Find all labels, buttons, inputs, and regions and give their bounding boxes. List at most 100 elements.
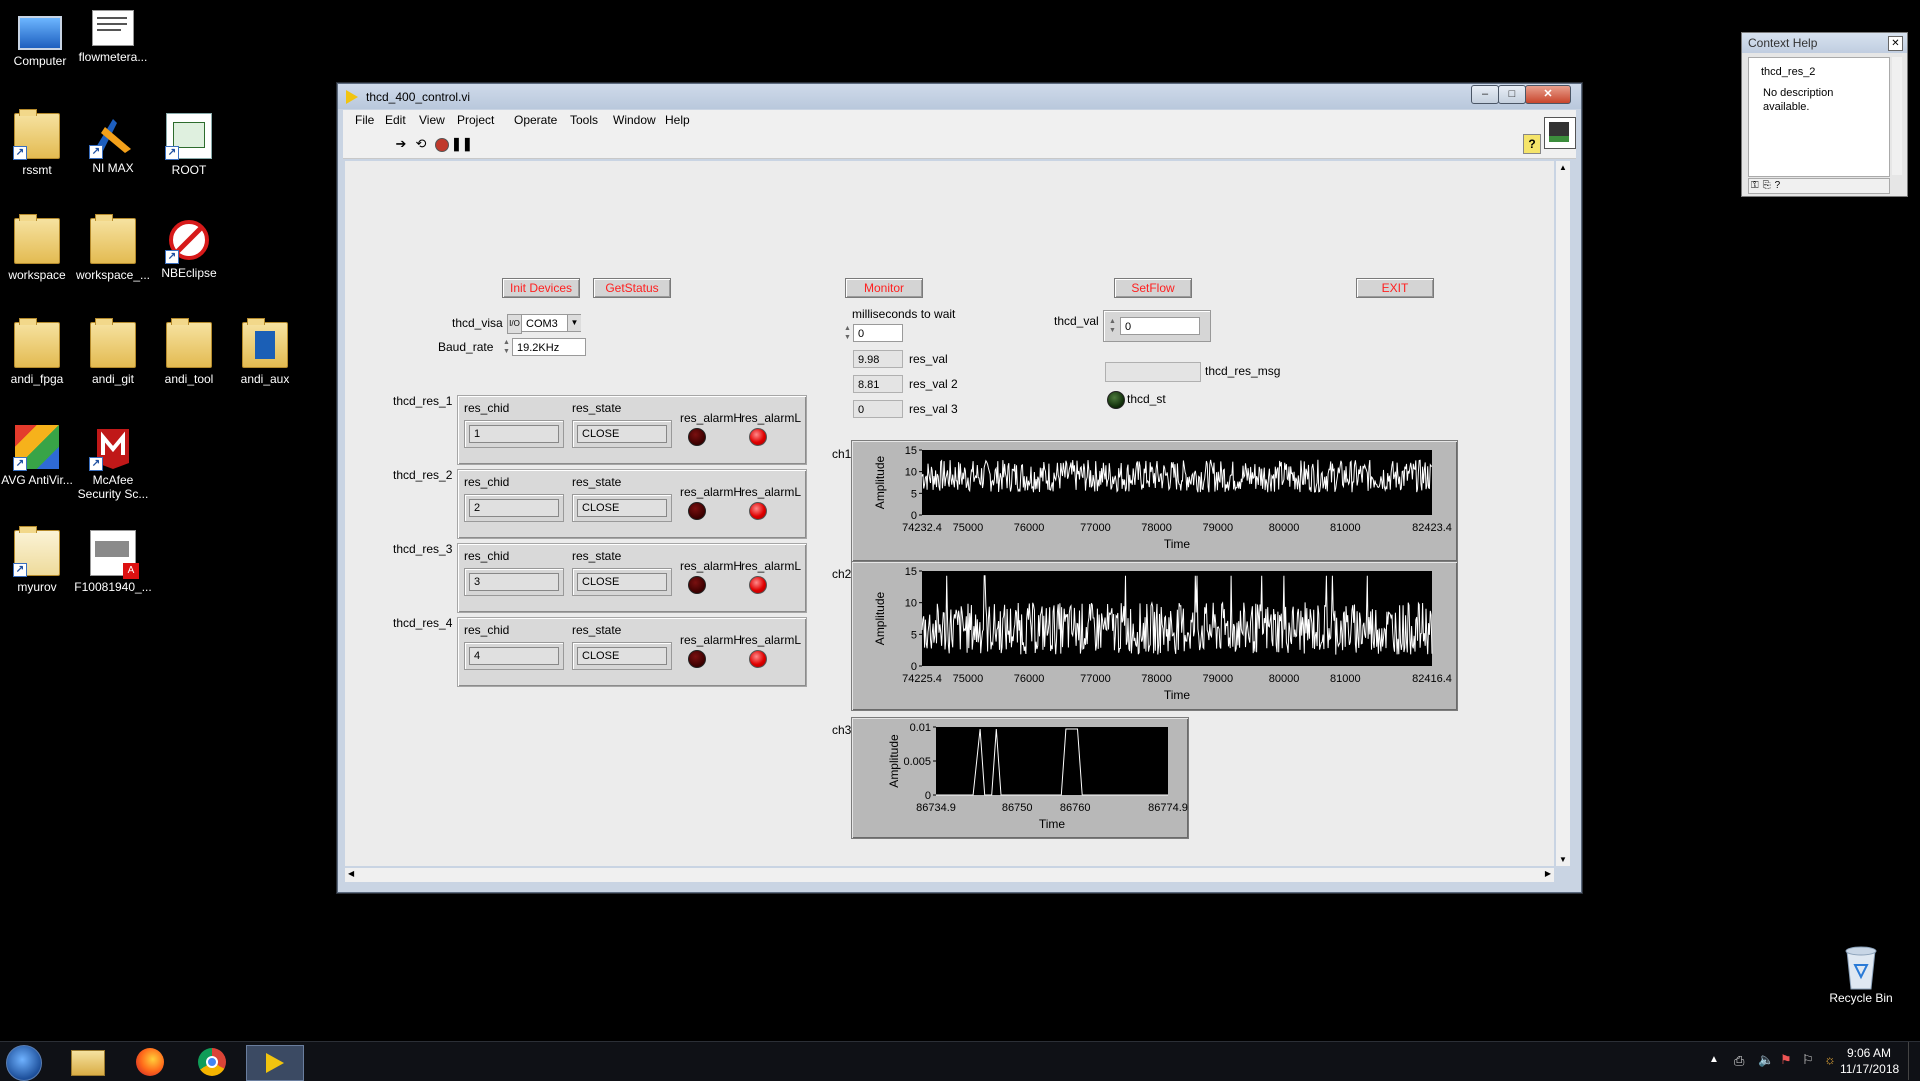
- printer-icon[interactable]: ⎙: [1734, 1053, 1744, 1069]
- x-tick-label: 81000: [1330, 673, 1361, 685]
- scroll-left-icon[interactable]: ◀: [348, 869, 354, 878]
- vertical-scrollbar[interactable]: ▲ ▼: [1556, 161, 1570, 866]
- desktop-icon-label: F10081940_...: [74, 580, 152, 594]
- res-state-field: CLOSE: [572, 642, 672, 670]
- monitor-button[interactable]: Monitor: [845, 278, 923, 298]
- vi-connector-icon[interactable]: [1544, 117, 1576, 149]
- menu-view[interactable]: View: [419, 113, 445, 127]
- menu-operate[interactable]: Operate: [514, 113, 557, 127]
- res-alarml-label: res_alarmL: [741, 559, 802, 573]
- desktop-icon-label: andi_git: [91, 372, 135, 386]
- menu-project[interactable]: Project: [457, 113, 494, 127]
- set-flow-button[interactable]: SetFlow: [1114, 278, 1192, 298]
- baud-rate-label: Baud_rate: [438, 340, 494, 354]
- taskbar-labview[interactable]: [246, 1045, 304, 1081]
- lock-icon[interactable]: ⚿: [1749, 180, 1761, 191]
- menu-edit[interactable]: Edit: [385, 113, 406, 127]
- desktop-icon-rssmt[interactable]: ↗ rssmt: [0, 109, 77, 177]
- volume-icon[interactable]: 🔈: [1758, 1052, 1774, 1068]
- firefox-icon: [136, 1048, 164, 1076]
- res-chid-label: res_chid: [464, 549, 510, 563]
- desktop-icon-mcafee[interactable]: ↗ McAfee Security Sc...: [73, 425, 153, 501]
- show-desktop-button[interactable]: [1908, 1042, 1919, 1080]
- ch3-graph-label: ch3: [832, 723, 852, 737]
- clock[interactable]: 9:06 AM 11/17/2018: [1840, 1045, 1899, 1077]
- desktop-icon-nbeclipse[interactable]: ↗ NBEclipse: [149, 218, 229, 280]
- get-status-button[interactable]: GetStatus: [593, 278, 671, 298]
- ch2-waveform-graph[interactable]: 15 10 5 0 74225.4 75000 76000 77000 78000 79000 80…: [851, 561, 1458, 711]
- res-alarmh-led: [688, 650, 706, 668]
- update-icon[interactable]: ☼: [1824, 1052, 1836, 1067]
- thcd-val-field[interactable]: 0: [1120, 317, 1200, 335]
- x-tick-label: 78000: [1141, 673, 1172, 685]
- run-arrow-icon[interactable]: ➔: [393, 136, 409, 152]
- desktop-icon-recycle-bin[interactable]: Recycle Bin: [1819, 943, 1903, 1005]
- wait-field[interactable]: 0: [853, 324, 903, 342]
- desktop-icon-myurov[interactable]: ↗ myurov: [0, 526, 77, 594]
- help-icon[interactable]: ?: [1773, 180, 1783, 191]
- minimize-button[interactable]: –: [1471, 85, 1499, 104]
- labview-run-icon: [346, 90, 358, 104]
- x-tick-label: 80000: [1269, 673, 1300, 685]
- taskbar-explorer[interactable]: [62, 1045, 114, 1079]
- scroll-up-icon[interactable]: ▲: [1559, 163, 1567, 172]
- desktop-icon-flowmeter[interactable]: flowmetera...: [73, 10, 153, 64]
- exit-button[interactable]: EXIT: [1356, 278, 1434, 298]
- menu-help[interactable]: Help: [665, 113, 690, 127]
- res-state-field: CLOSE: [572, 494, 672, 522]
- network-icon[interactable]: ⚑: [1780, 1052, 1792, 1068]
- menu-window[interactable]: Window: [613, 113, 656, 127]
- scroll-down-icon[interactable]: ▼: [1559, 855, 1567, 864]
- baud-rate-spinner-icon[interactable]: ▲ ▼: [502, 338, 511, 356]
- ch1-waveform-graph[interactable]: 15 10 5 0 74232.4 75000 76000 77000 78000 79000 80…: [851, 440, 1458, 562]
- desktop-icon-andi-fpga[interactable]: andi_fpga: [0, 318, 77, 386]
- horizontal-scrollbar[interactable]: ◀ ▶: [345, 868, 1554, 882]
- desktop-icon-computer[interactable]: Computer: [0, 10, 80, 68]
- close-button[interactable]: ✕: [1525, 85, 1571, 104]
- abort-icon[interactable]: [433, 136, 449, 152]
- res-alarml-label: res_alarmL: [741, 411, 802, 425]
- menu-file[interactable]: File: [355, 113, 374, 127]
- context-help-close-icon[interactable]: ✕: [1888, 36, 1903, 51]
- run-continuously-icon[interactable]: ⟲: [413, 136, 429, 152]
- desktop-icon-avg[interactable]: ↗ AVG AntiVir...: [0, 425, 77, 487]
- res-alarmh-label: res_alarmH: [680, 559, 743, 573]
- init-devices-button[interactable]: Init Devices: [502, 278, 580, 298]
- desktop-icon-workspace[interactable]: workspace: [0, 214, 77, 282]
- pause-icon[interactable]: ❚❚: [451, 136, 473, 152]
- ch3-waveform-graph[interactable]: 0.01 0.005 0 86734.9 86750 86760 86774.9 Time Am…: [851, 717, 1189, 839]
- desktop-icon-workspace-2[interactable]: workspace_...: [73, 214, 153, 282]
- thcd-val-spinner-icon[interactable]: ▲ ▼: [1108, 317, 1117, 335]
- desktop-icon-andi-tool[interactable]: andi_tool: [149, 318, 229, 386]
- desktop-icon-pdf[interactable]: A F10081940_...: [73, 530, 153, 594]
- start-button[interactable]: [2, 1045, 46, 1081]
- context-help-title[interactable]: Context Help: [1742, 33, 1907, 53]
- wait-spinner-icon[interactable]: ▲ ▼: [843, 324, 852, 342]
- taskbar-firefox[interactable]: [124, 1045, 176, 1079]
- context-help-scrollbar[interactable]: [1892, 57, 1902, 175]
- show-hidden-icons-icon[interactable]: ▲: [1709, 1054, 1719, 1065]
- baud-rate-field[interactable]: 19.2KHz: [512, 338, 586, 356]
- desktop-icon-andi-git[interactable]: andi_git: [73, 318, 153, 386]
- chevron-down-icon[interactable]: ▼: [567, 315, 581, 331]
- desktop-icon-label: workspace_...: [75, 268, 151, 282]
- maximize-button[interactable]: □: [1498, 85, 1526, 104]
- desktop-icon-ni-max[interactable]: ↗ NI MAX: [73, 113, 153, 175]
- x-tick-label: 82416.4: [1412, 673, 1452, 685]
- res-alarmh-led: [688, 576, 706, 594]
- link-icon[interactable]: ⎘: [1761, 180, 1773, 191]
- taskbar: ▲ ⎙ 🔈 ⚑ ⚐ ☼ 9:06 AM 11/17/2018: [0, 1041, 1920, 1081]
- window-titlebar[interactable]: thcd_400_control.vi – □ ✕: [338, 84, 1581, 109]
- desktop-icon-andi-aux[interactable]: andi_aux: [225, 318, 305, 386]
- context-help-icon[interactable]: ?: [1523, 134, 1541, 154]
- action-center-icon[interactable]: ⚐: [1802, 1052, 1814, 1068]
- scroll-right-icon[interactable]: ▶: [1545, 869, 1551, 878]
- computer-icon: [18, 16, 62, 50]
- y-tick-label: 5: [911, 629, 917, 641]
- menu-tools[interactable]: Tools: [570, 113, 598, 127]
- desktop-icon-label: andi_fpga: [10, 372, 64, 386]
- res-alarml-led: [749, 650, 767, 668]
- taskbar-chrome[interactable]: [186, 1045, 238, 1079]
- desktop-icon-root[interactable]: ↗ ROOT: [149, 113, 229, 177]
- visa-browse-icon[interactable]: I/O: [507, 314, 522, 334]
